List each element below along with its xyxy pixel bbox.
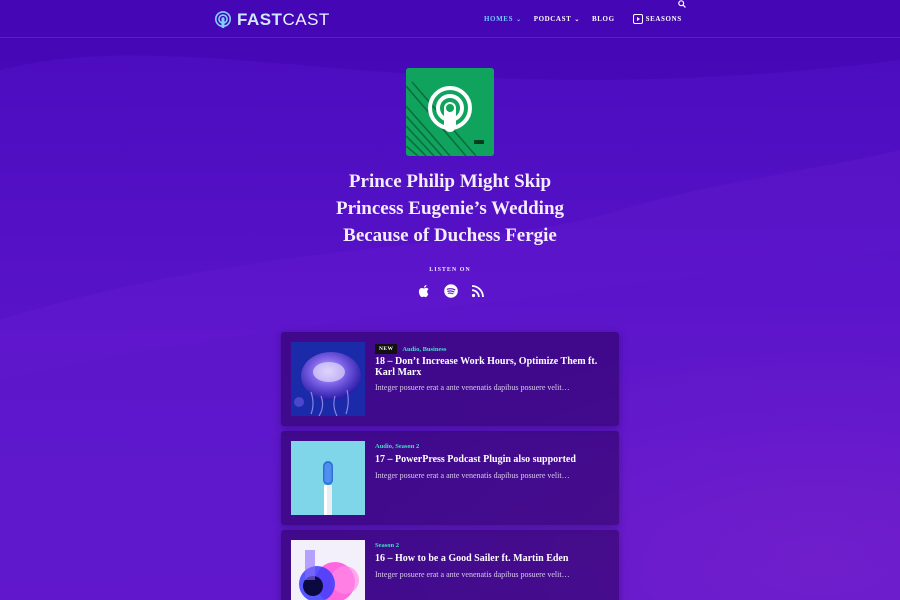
apple-icon[interactable] — [416, 283, 432, 299]
platform-links — [416, 283, 486, 299]
nav-item-seasons[interactable]: SEASONS — [632, 14, 682, 24]
episode-categories[interactable]: Audio, Season 2 — [375, 443, 419, 450]
episode-thumbnail-abstract[interactable] — [291, 540, 365, 600]
episode-thumbnail-microphone[interactable] — [291, 441, 365, 515]
main-nav: HOMES ⌄ PODCAST ⌄ BLOG SEASONS — [484, 14, 694, 24]
episode-excerpt: Integer posuere erat a ante venenatis da… — [375, 471, 570, 480]
nav-item-homes[interactable]: HOMES ⌄ — [484, 15, 522, 23]
listen-on-label: LISTEN ON — [429, 267, 471, 273]
episode-title: Prince Philip Might Skip Princess Eugeni… — [335, 171, 565, 246]
episode-meta: NEW Audio, Business — [375, 344, 446, 354]
episode-meta: Season 2 — [375, 542, 399, 549]
nav-item-blog[interactable]: BLOG — [592, 15, 615, 23]
chevron-down-icon: ⌄ — [516, 16, 522, 23]
episode-card-title[interactable]: 16 – How to be a Good Sailer ft. Martin … — [375, 553, 610, 564]
episode-card[interactable]: Season 2 16 – How to be a Good Sailer ft… — [281, 530, 619, 600]
podcast-cover-art — [406, 68, 494, 156]
site-logo[interactable]: FASTCAST — [214, 10, 330, 30]
episode-excerpt: Integer posuere erat a ante venenatis da… — [375, 570, 570, 579]
episode-card[interactable]: NEW Audio, Business 18 – Don’t Increase … — [281, 332, 619, 426]
episode-card[interactable]: Audio, Season 2 17 – PowerPress Podcast … — [281, 431, 619, 525]
rss-icon[interactable] — [470, 283, 486, 299]
logo-text: FASTCAST — [237, 10, 330, 29]
episode-categories[interactable]: Season 2 — [375, 542, 399, 549]
episode-card-title[interactable]: 18 – Don’t Increase Work Hours, Optimize… — [375, 356, 610, 378]
episode-excerpt: Integer posuere erat a ante venenatis da… — [375, 383, 570, 392]
episode-card-title[interactable]: 17 – PowerPress Podcast Plugin also supp… — [375, 454, 610, 465]
episode-categories[interactable]: Audio, Business — [402, 346, 446, 353]
site-header: FASTCAST HOMES ⌄ PODCAST ⌄ BLOG SEASONS — [0, 0, 900, 38]
search-icon[interactable] — [678, 0, 686, 8]
spotify-icon[interactable] — [443, 283, 459, 299]
episode-meta: Audio, Season 2 — [375, 443, 419, 450]
chevron-down-icon: ⌄ — [574, 16, 580, 23]
play-square-icon — [632, 14, 643, 24]
podcast-logo-icon — [214, 11, 232, 29]
new-badge: NEW — [375, 344, 398, 354]
nav-item-podcast[interactable]: PODCAST ⌄ — [534, 15, 580, 23]
episode-thumbnail-jellyfish[interactable] — [291, 342, 365, 416]
